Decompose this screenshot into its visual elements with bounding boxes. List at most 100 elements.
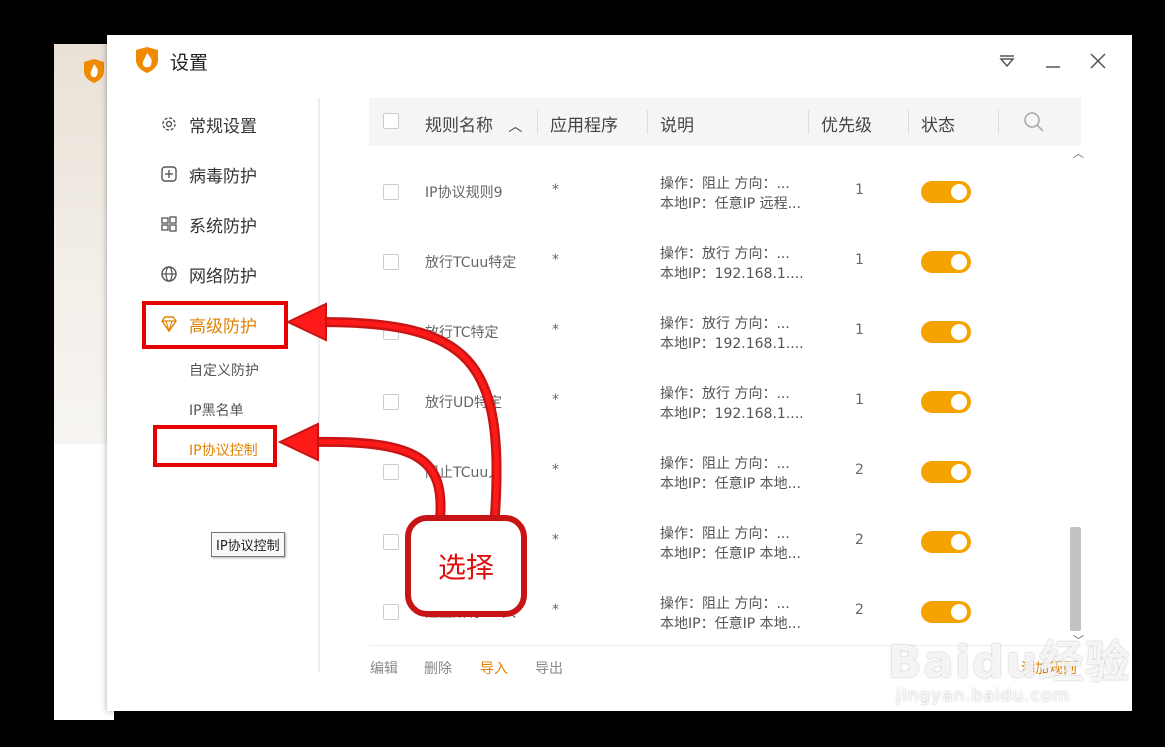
sidebar-item-virus[interactable]: 病毒防护 [159,161,257,187]
globe-icon [159,264,179,284]
rule-desc: 操作：放行 方向：... 本地IP：192.168.1.... [660,386,804,422]
status-toggle[interactable] [921,181,971,203]
rule-priority: 2 [855,602,864,618]
background-window [54,44,114,720]
sidebar-item-network[interactable]: 网络防护 [159,261,257,287]
rule-priority: 1 [855,182,864,198]
rule-name: IP协议规则9 [425,185,503,201]
column-divider [808,110,809,134]
baidu-watermark: Baidu经验 jingyan.baidu.com [888,626,1131,706]
rule-app: * [552,462,559,478]
rule-desc: 操作：放行 方向：... 本地IP：192.168.1.... [660,246,804,282]
sidebar-subitem-custom[interactable]: 自定义防护 [189,360,259,380]
rule-desc: 操作：放行 方向：... 本地IP：192.168.1.... [660,316,804,352]
rule-priority: 1 [855,252,864,268]
app-logo-icon [136,47,158,73]
minimize-icon [1046,66,1060,68]
tooltip: IP协议控制 [211,532,285,557]
search-icon[interactable] [1023,111,1045,133]
toggle-knob [951,394,967,410]
column-divider [998,110,999,134]
toggle-knob [951,534,967,550]
flame-shield-icon [84,59,104,83]
gear-icon [159,114,179,134]
rule-priority: 1 [855,322,864,338]
rule-name: 放行TC特定 [425,325,499,341]
plus-square-icon [159,164,179,184]
status-toggle[interactable] [921,391,971,413]
sidebar-item-label: 病毒防护 [189,166,257,187]
rule-app: * [552,602,559,618]
sidebar-divider [318,98,320,672]
rule-name: 阻止TCuu入 [425,465,503,481]
settings-window: 设置 常规设置 病毒防护 系统防护 网络防护 高级防护 自定义防护 IP黑名单 … [107,35,1132,711]
rule-desc: 操作：阻止 方向：... 本地IP：任意IP 远程... [660,176,801,212]
table-row[interactable]: IP协议规则9 * 操作：阻止 方向：... 本地IP：任意IP 远程... 1 [369,157,1069,227]
column-divider [647,110,648,134]
row-checkbox[interactable] [383,184,399,200]
header-rule-name[interactable]: 规则名称 ︿ [425,111,522,136]
minimize-button[interactable] [1041,49,1065,73]
toggle-knob [951,184,967,200]
rule-app: * [552,182,559,198]
table-row[interactable]: 放行TCuu特定 * 操作：放行 方向：... 本地IP：192.168.1...… [369,227,1069,297]
windows-icon [159,214,179,234]
table-row[interactable]: 放行TC特定 * 操作：放行 方向：... 本地IP：192.168.1.... … [369,297,1069,367]
select-all-checkbox[interactable] [383,113,399,129]
delete-button[interactable]: 删除 [424,658,452,678]
row-checkbox[interactable] [383,254,399,270]
sidebar-item-system[interactable]: 系统防护 [159,211,257,237]
sidebar-item-general[interactable]: 常规设置 [159,111,257,137]
header-priority: 优先级 [821,116,872,136]
header-app: 应用程序 [550,116,618,136]
highlight-box-ip-protocol [153,425,277,467]
rule-app: * [552,392,559,408]
title-bar: 设置 [107,35,1132,85]
callout-text: 选择 [437,551,494,584]
menu-button[interactable] [995,49,1019,73]
rule-priority: 2 [855,532,864,548]
table-row[interactable]: 放行UD特定 * 操作：放行 方向：... 本地IP：192.168.1.... … [369,367,1069,437]
sort-up-icon: ︿ [508,119,523,135]
sidebar-item-label: 网络防护 [189,266,257,287]
menu-icon [999,55,1015,68]
rule-priority: 2 [855,462,864,478]
row-checkbox[interactable] [383,394,399,410]
edit-button[interactable]: 编辑 [370,658,398,678]
rule-desc: 操作：阻止 方向：... 本地IP：任意IP 本地... [660,596,801,632]
header-desc: 说明 [660,116,694,136]
rule-desc: 操作：阻止 方向：... 本地IP：任意IP 本地... [660,456,801,492]
select-callout: 选择 [405,515,527,617]
row-checkbox[interactable] [383,324,399,340]
status-toggle[interactable] [921,461,971,483]
toggle-knob [951,324,967,340]
rule-app: * [552,532,559,548]
column-divider [537,110,538,134]
import-button[interactable]: 导入 [480,658,508,678]
table-header: 规则名称 ︿ 应用程序 说明 优先级 状态 [369,98,1081,146]
sidebar: 常规设置 病毒防护 系统防护 网络防护 高级防护 自定义防护 IP黑名单 IP协… [107,85,319,711]
status-toggle[interactable] [921,531,971,553]
sidebar-subitem-ip-blacklist[interactable]: IP黑名单 [189,400,244,420]
sidebar-item-label: 系统防护 [189,216,257,237]
scroll-up-icon[interactable]: ︿ [1073,145,1084,161]
export-button[interactable]: 导出 [535,658,563,678]
header-status: 状态 [921,116,955,136]
row-checkbox[interactable] [383,604,399,620]
window-title: 设置 [170,52,209,74]
toggle-knob [951,604,967,620]
status-toggle[interactable] [921,601,971,623]
status-toggle[interactable] [921,321,971,343]
scrollbar-thumb[interactable] [1070,527,1081,631]
rule-priority: 1 [855,392,864,408]
row-checkbox[interactable] [383,534,399,550]
row-checkbox[interactable] [383,464,399,480]
close-button[interactable] [1086,49,1110,73]
rule-app: * [552,252,559,268]
column-divider [908,110,909,134]
table-row[interactable]: 阻止TCuu入 * 操作：阻止 方向：... 本地IP：任意IP 本地... 2 [369,437,1069,507]
close-icon [1090,53,1106,69]
watermark-main: Baidu经验 [888,637,1132,688]
toggle-knob [951,254,967,270]
status-toggle[interactable] [921,251,971,273]
